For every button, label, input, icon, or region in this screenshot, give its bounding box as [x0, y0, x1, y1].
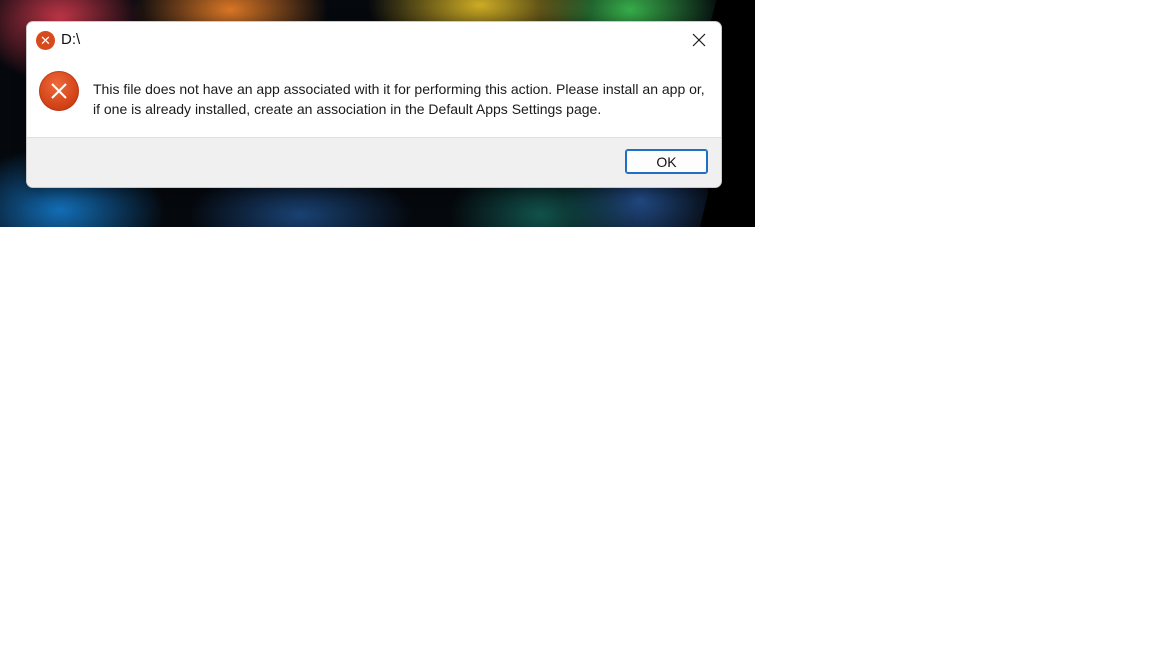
- dialog-titlebar[interactable]: ✕ D:\: [27, 22, 721, 58]
- title-error-icon: ✕: [36, 31, 55, 50]
- message-error-icon: [39, 71, 79, 111]
- dialog-title: D:\: [61, 31, 81, 48]
- close-icon: [692, 33, 706, 47]
- close-button[interactable]: [677, 22, 721, 58]
- ok-button[interactable]: OK: [625, 149, 708, 174]
- dialog-content: This file does not have an app associate…: [27, 58, 721, 137]
- dialog-message: This file does not have an app associate…: [93, 81, 705, 117]
- error-dialog: ✕ D:\ This file does not have an app ass…: [26, 21, 722, 188]
- dialog-footer: OK: [27, 137, 721, 187]
- screen: ✕ D:\ This file does not have an app ass…: [0, 0, 1152, 648]
- error-cross-icon: [51, 83, 67, 99]
